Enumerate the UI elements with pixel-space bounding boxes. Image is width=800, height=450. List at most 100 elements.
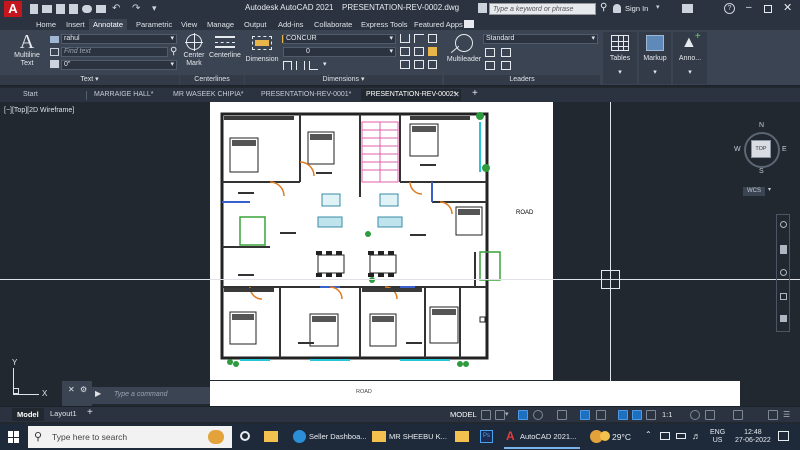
find-text-input[interactable]: Find text — [61, 47, 168, 57]
text-style-select[interactable]: rahul ▾ — [61, 34, 177, 44]
layout-tab-layout1[interactable]: Layout1 — [50, 409, 77, 418]
edge-icon[interactable] — [293, 430, 306, 443]
tab-annotate[interactable]: Annotate — [89, 19, 128, 30]
annotation-visibility-icon[interactable] — [632, 410, 642, 420]
center-mark-button[interactable]: Center Mark — [181, 32, 207, 72]
file-tab-start[interactable]: Start — [18, 89, 43, 101]
undo-icon[interactable]: ↶ — [112, 3, 120, 14]
dim-oblique-icon[interactable] — [428, 34, 437, 43]
isodraft-icon[interactable] — [557, 410, 567, 420]
search-icon[interactable]: ⚲ — [600, 2, 607, 13]
file-tab-rev-0001[interactable]: PRESENTATION-REV-0001* — [256, 89, 356, 101]
autocad-logo[interactable]: A — [4, 1, 22, 17]
collect-leader-icon[interactable] — [501, 61, 511, 70]
dimension-button[interactable]: Dimension — [245, 32, 279, 72]
minimize-icon[interactable]: – — [746, 2, 752, 13]
markup-button[interactable]: Markup ▾ — [639, 32, 671, 84]
taskbar-item-autocad[interactable]: AutoCAD 2021... — [520, 427, 576, 447]
sign-in-button[interactable]: Sign In — [625, 4, 648, 13]
dim-continue-icon[interactable] — [400, 34, 410, 43]
command-line-grip[interactable]: ✕ ⚙ — [62, 381, 92, 406]
notification-icon[interactable] — [778, 431, 789, 441]
sign-in-dropdown-icon[interactable]: ▾ — [656, 3, 660, 11]
object-track-icon[interactable] — [580, 410, 590, 420]
volume-icon[interactable]: ♬ — [692, 431, 701, 441]
dim-jog-icon[interactable] — [309, 61, 318, 70]
save-as-icon[interactable] — [69, 4, 78, 14]
align-leader-icon[interactable] — [501, 48, 511, 57]
viewport-controls-label[interactable]: [−][Top][2D Wireframe] — [4, 107, 74, 114]
folder-icon[interactable] — [372, 431, 386, 442]
dim-value-field[interactable]: 0 ▾ — [283, 47, 396, 57]
annotation-scale-value[interactable]: 1:1 — [662, 410, 672, 419]
taskbar-search-box[interactable]: ⚲ Type here to search — [28, 426, 232, 448]
windows-start-icon[interactable] — [8, 431, 20, 443]
remove-leader-icon[interactable] — [485, 61, 495, 70]
print-icon[interactable] — [96, 5, 106, 13]
dim-baseline-icon[interactable] — [414, 34, 424, 43]
compass-n[interactable]: N — [759, 122, 764, 129]
osnap-icon[interactable] — [596, 410, 606, 420]
close-tab-icon[interactable]: ✕ — [453, 90, 460, 99]
new-icon[interactable] — [30, 4, 38, 14]
leader-style-select[interactable]: Standard ▾ — [483, 34, 598, 44]
restore-icon[interactable] — [764, 5, 772, 13]
file-tab-marraige-hall[interactable]: MARRAIGE HALL* — [89, 89, 159, 101]
panel-label-dimensions[interactable]: Dimensions ▾ — [245, 75, 442, 85]
dim-reassoc-icon[interactable] — [400, 60, 410, 69]
command-input[interactable]: ▶ Type a command — [92, 387, 210, 404]
cloud-icon[interactable] — [82, 5, 92, 13]
multileader-button[interactable]: Multileader — [445, 32, 483, 72]
dim-break-icon[interactable] — [283, 61, 292, 70]
tab-home[interactable]: Home — [32, 19, 60, 30]
dim-tedit-icon[interactable] — [414, 60, 424, 69]
language-indicator[interactable]: ENG US — [710, 429, 725, 445]
dim-update-icon[interactable] — [400, 47, 410, 56]
infer-icon[interactable]: ▾ — [505, 410, 515, 420]
new-tab-icon[interactable]: + — [472, 88, 478, 99]
taskbar-item-seller-dashboard[interactable]: Seller Dashboa... — [309, 427, 367, 447]
find-replace-icon[interactable]: ⚲ — [170, 46, 177, 57]
gear-icon[interactable] — [690, 410, 700, 420]
compass-e[interactable]: E — [782, 146, 787, 153]
ribbon-options-icon[interactable] — [464, 20, 474, 28]
search-icon-binoculars[interactable] — [478, 3, 487, 13]
user-icon[interactable] — [613, 4, 621, 13]
centerline-button[interactable]: Centerline — [209, 32, 241, 72]
tab-featured-apps[interactable]: Featured Apps — [410, 19, 467, 30]
tab-manage[interactable]: Manage — [203, 19, 238, 30]
battery-icon[interactable] — [676, 433, 686, 439]
open-icon[interactable] — [42, 5, 52, 13]
compass-w[interactable]: W — [734, 146, 741, 153]
tab-output[interactable]: Output — [240, 19, 271, 30]
tab-collaborate[interactable]: Collaborate — [310, 19, 356, 30]
viewcube-top-face[interactable]: TOP — [751, 140, 771, 158]
multiline-text-button[interactable]: A Multiline Text — [10, 32, 44, 72]
add-layout-icon[interactable]: + — [87, 407, 93, 418]
steering-wheel-icon[interactable] — [780, 221, 787, 228]
viewcube[interactable]: N W E S TOP WCS ▾ — [734, 122, 788, 206]
grid-icon[interactable] — [481, 410, 491, 420]
exchange-icon[interactable] — [682, 4, 693, 13]
ortho-icon[interactable] — [518, 410, 528, 420]
file-tab-waseek-chipia[interactable]: MR WASEEK CHIPIA* — [168, 89, 249, 101]
file-explorer-icon[interactable] — [264, 431, 278, 442]
close-icon[interactable]: ✕ — [68, 385, 75, 394]
dim-override-icon[interactable] — [428, 60, 437, 69]
add-icon[interactable] — [705, 410, 715, 420]
chevron-down-icon[interactable]: ▾ — [768, 186, 771, 193]
tab-insert[interactable]: Insert — [62, 19, 89, 30]
autocad-taskbar-icon[interactable]: A — [506, 430, 518, 443]
tab-express-tools[interactable]: Express Tools — [357, 19, 412, 30]
customize-icon[interactable]: ☰ — [783, 410, 793, 420]
tables-button[interactable]: Tables ▾ — [603, 32, 637, 84]
drawing-canvas[interactable]: [−][Top][2D Wireframe] ROAD N W E S TOP … — [0, 102, 800, 406]
compass-s[interactable]: S — [759, 168, 764, 175]
tray-chevron-icon[interactable]: ⌃ — [645, 430, 652, 439]
snap-icon[interactable] — [495, 410, 505, 420]
wcs-button[interactable]: WCS — [743, 187, 765, 196]
dropdown-icon[interactable]: ▾ — [152, 3, 157, 14]
model-space-button[interactable]: MODEL — [450, 410, 477, 419]
showmotion-icon[interactable] — [780, 315, 787, 322]
task-view-icon[interactable] — [240, 431, 250, 441]
